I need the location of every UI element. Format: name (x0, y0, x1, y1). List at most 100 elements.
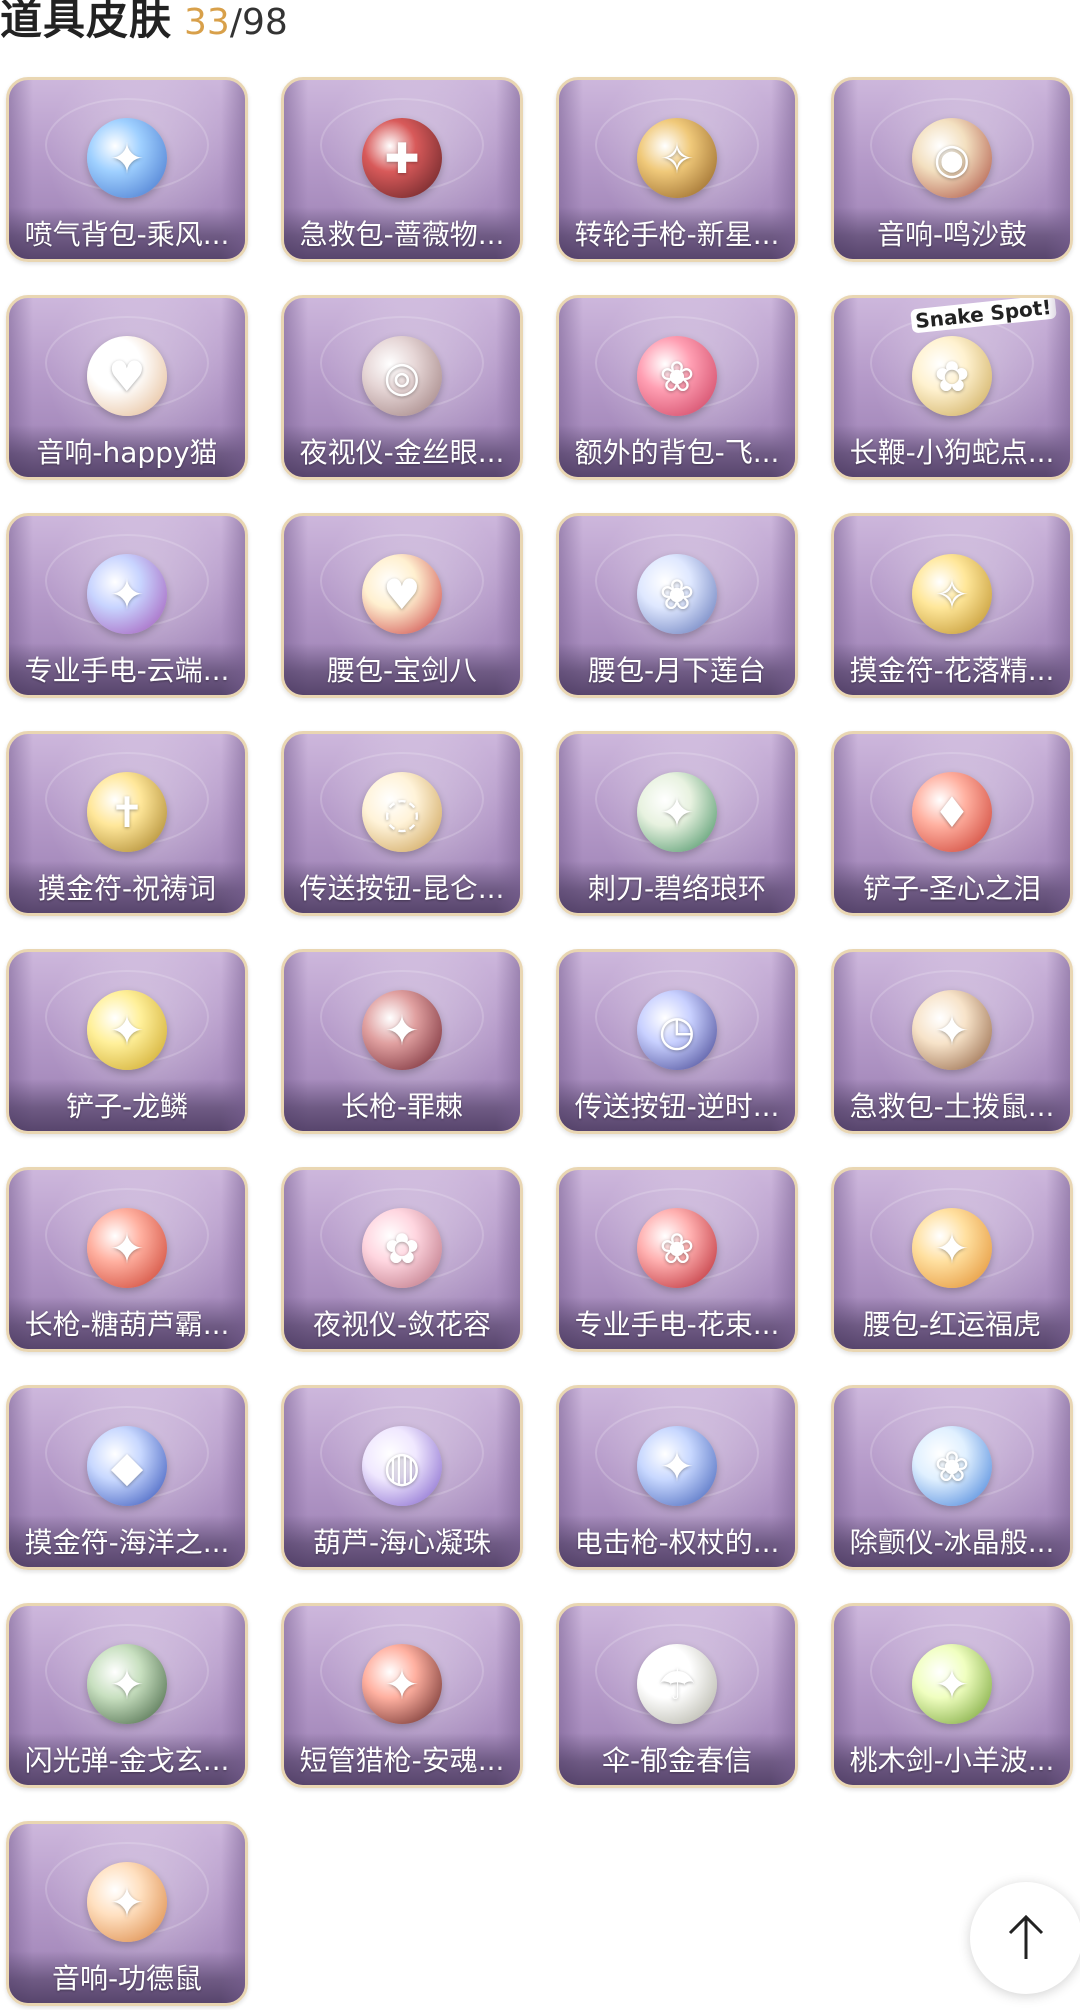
item-image: ✦ (893, 974, 1011, 1086)
item-glyph-icon: ✦ (109, 1223, 145, 1273)
item-image: ☂ (618, 1628, 736, 1740)
item-image: ♥ (68, 320, 186, 432)
item-image: ✦ (68, 102, 186, 214)
item-glyph-icon: ◷ (658, 1005, 696, 1055)
item-glyph-icon: ◎ (383, 351, 421, 401)
arrow-up-icon (1008, 1914, 1044, 1959)
skin-card[interactable]: ✦ 刺刀-碧络琅环 (556, 731, 798, 916)
skin-card[interactable]: ✿ 夜视仪-敛花容 (281, 1167, 523, 1352)
skin-card[interactable]: ◷ 传送按钮-逆时... (556, 949, 798, 1134)
item-image: ✦ (618, 1410, 736, 1522)
skin-card[interactable]: ◍ 葫芦-海心凝珠 (281, 1385, 523, 1570)
skin-card[interactable]: ✦ 音响-功德鼠 (6, 1821, 248, 2006)
skin-name: 急救包-蔷薇物... (299, 218, 505, 251)
skin-card[interactable]: ✝ 摸金符-祝祷词 (6, 731, 248, 916)
skin-name: 短管猎枪-安魂... (299, 1744, 505, 1777)
skin-card[interactable]: ◉ 音响-鸣沙鼓 (831, 77, 1073, 262)
collection-count: 33/98 (184, 2, 288, 43)
skin-card[interactable]: ✦ 急救包-土拨鼠... (831, 949, 1073, 1134)
skin-card[interactable]: ✿ Snake Spot! 长鞭-小狗蛇点... (831, 295, 1073, 480)
item-glyph-icon: ♥ (383, 569, 421, 619)
skin-card[interactable]: ✦ 长枪-罪棘 (281, 949, 523, 1134)
item-glyph-icon: ✦ (934, 1659, 970, 1709)
item-glyph-icon: ◌ (383, 787, 421, 837)
skin-card[interactable]: ✦ 短管猎枪-安魂... (281, 1603, 523, 1788)
skin-name: 传送按钮-逆时... (574, 1090, 780, 1123)
skin-card[interactable]: ◎ 夜视仪-金丝眼... (281, 295, 523, 480)
item-image: ✦ (68, 974, 186, 1086)
item-glyph-icon: ❀ (659, 569, 695, 619)
item-image: ◷ (618, 974, 736, 1086)
item-glyph-icon: ✿ (384, 1223, 420, 1273)
item-image: ◉ (893, 102, 1011, 214)
skin-card[interactable]: ❀ 除颤仪-冰晶般... (831, 1385, 1073, 1570)
skin-name: 长鞭-小狗蛇点... (849, 436, 1055, 469)
skin-card[interactable]: ♥ 腰包-宝剑八 (281, 513, 523, 698)
skin-card[interactable]: ❀ 额外的背包-飞... (556, 295, 798, 480)
item-glyph-icon: ✦ (384, 1659, 420, 1709)
skin-card[interactable]: ✦ 铲子-龙鳞 (6, 949, 248, 1134)
skin-name: 夜视仪-金丝眼... (299, 436, 505, 469)
skin-card[interactable]: ❀ 专业手电-花束... (556, 1167, 798, 1352)
item-image: ✦ (68, 1628, 186, 1740)
skin-name: 长枪-罪棘 (340, 1090, 464, 1123)
item-glyph-icon: ✦ (109, 1659, 145, 1709)
skin-name: 腰包-红运福虎 (862, 1308, 1042, 1341)
item-glyph-icon: ☂ (658, 1659, 696, 1709)
item-glyph-icon: ✦ (659, 787, 695, 837)
skin-card[interactable]: ♥ 音响-happy猫 (6, 295, 248, 480)
item-glyph-icon: ✧ (934, 569, 970, 619)
item-glyph-icon: ✦ (109, 569, 145, 619)
item-glyph-icon: ❀ (659, 1223, 695, 1273)
item-image: ✿ (893, 320, 1011, 432)
item-glyph-icon: ♥ (108, 351, 146, 401)
skin-name: 喷气背包-乘风... (24, 218, 230, 251)
skin-name: 转轮手枪-新星... (574, 218, 780, 251)
skin-name: 急救包-土拨鼠... (849, 1090, 1055, 1123)
skin-card[interactable]: ✦ 桃木剑-小羊波... (831, 1603, 1073, 1788)
skin-card[interactable]: ✦ 专业手电-云端... (6, 513, 248, 698)
skin-card[interactable]: ✧ 转轮手枪-新星... (556, 77, 798, 262)
skin-card[interactable]: ◌ 传送按钮-昆仑... (281, 731, 523, 916)
skin-card[interactable]: ✦ 电击枪-权杖的... (556, 1385, 798, 1570)
item-image: ✦ (343, 974, 461, 1086)
item-image: ✚ (343, 102, 461, 214)
skin-name: 铲子-龙鳞 (65, 1090, 189, 1123)
item-glyph-icon: ✦ (109, 133, 145, 183)
item-image: ♥ (343, 538, 461, 650)
skin-card[interactable]: ✦ 长枪-糖葫芦霸... (6, 1167, 248, 1352)
item-image: ◌ (343, 756, 461, 868)
skin-card[interactable]: ◆ 摸金符-海洋之... (6, 1385, 248, 1570)
scroll-to-top-button[interactable] (970, 1882, 1080, 1994)
item-image: ◆ (68, 1410, 186, 1522)
skin-name: 闪光弹-金戈玄... (24, 1744, 230, 1777)
skin-card[interactable]: ✧ 摸金符-花落精... (831, 513, 1073, 698)
skin-card[interactable]: ☂ 伞-郁金春信 (556, 1603, 798, 1788)
item-image: ✦ (68, 1192, 186, 1304)
skin-card[interactable]: ✦ 闪光弹-金戈玄... (6, 1603, 248, 1788)
skin-card[interactable]: ✦ 喷气背包-乘风... (6, 77, 248, 262)
skin-name: 除颤仪-冰晶般... (849, 1526, 1055, 1559)
skin-name: 腰包-宝剑八 (326, 654, 478, 687)
skin-name: 专业手电-云端... (24, 654, 230, 687)
item-glyph-icon: ✦ (934, 1223, 970, 1273)
item-glyph-icon: ✧ (659, 133, 695, 183)
item-glyph-icon: ◆ (110, 1441, 144, 1491)
item-glyph-icon: ❀ (934, 1441, 970, 1491)
item-image: ❀ (618, 538, 736, 650)
item-glyph-icon: ◉ (933, 133, 971, 183)
item-glyph-icon: ❀ (659, 351, 695, 401)
item-image: ◍ (343, 1410, 461, 1522)
skin-card[interactable]: ✦ 腰包-红运福虎 (831, 1167, 1073, 1352)
skin-name: 桃木剑-小羊波... (849, 1744, 1055, 1777)
skin-card[interactable]: ❀ 腰包-月下莲台 (556, 513, 798, 698)
item-image: ✧ (893, 538, 1011, 650)
skin-card[interactable]: ✚ 急救包-蔷薇物... (281, 77, 523, 262)
skin-name: 音响-happy猫 (36, 436, 218, 469)
item-glyph-icon: ♦ (933, 787, 971, 837)
item-image: ♦ (893, 756, 1011, 868)
skin-name: 音响-功德鼠 (51, 1962, 203, 1995)
skin-card[interactable]: ♦ 铲子-圣心之泪 (831, 731, 1073, 916)
item-glyph-icon: ✦ (109, 1005, 145, 1055)
item-glyph-icon: ✦ (659, 1441, 695, 1491)
